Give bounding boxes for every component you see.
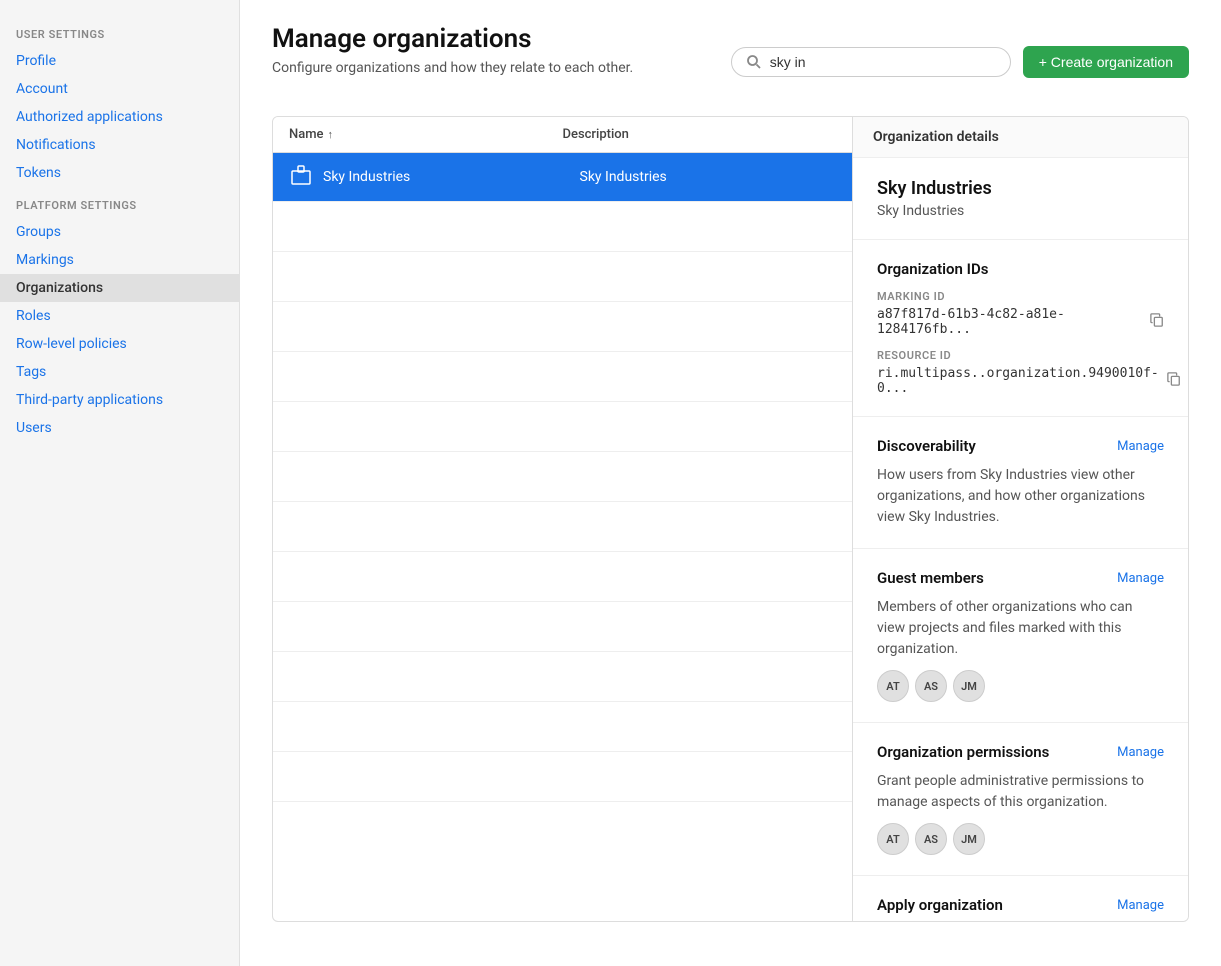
copy-resource-id-icon[interactable]: [1167, 372, 1181, 390]
guest-members-title-row: Guest members Manage: [877, 569, 1164, 587]
search-input[interactable]: [770, 54, 996, 70]
empty-row: [273, 652, 852, 702]
org-icon: [289, 163, 323, 191]
guest-members-manage-link[interactable]: Manage: [1117, 571, 1164, 586]
discoverability-desc: How users from Sky Industries view other…: [877, 465, 1164, 528]
avatar[interactable]: AT: [877, 823, 909, 855]
sidebar: USER SETTINGS ProfileAccountAuthorized a…: [0, 0, 240, 966]
apply-org-title: Apply organization: [877, 896, 1003, 914]
empty-row: [273, 302, 852, 352]
create-organization-button[interactable]: + Create organization: [1023, 46, 1189, 78]
empty-row: [273, 702, 852, 752]
org-permissions-title: Organization permissions: [877, 743, 1049, 761]
org-ids-section: Organization IDs MARKING ID a87f817d-61b…: [853, 240, 1188, 417]
org-sub: Sky Industries: [877, 203, 1164, 219]
header-actions: + Create organization: [731, 46, 1189, 78]
resource-id-label: RESOURCE ID: [877, 349, 1164, 362]
avatar[interactable]: JM: [953, 670, 985, 702]
org-permissions-manage-link[interactable]: Manage: [1117, 745, 1164, 760]
discoverability-title-row: Discoverability Manage: [877, 437, 1164, 455]
page-header-text: Manage organizations Configure organizat…: [272, 24, 633, 100]
sidebar-item-tags[interactable]: Tags: [0, 358, 239, 386]
org-permissions-avatars: ATASJM: [877, 823, 1164, 855]
guest-members-avatars: ATASJM: [877, 670, 1164, 702]
resource-id-row: ri.multipass..organization.9490010f-0...: [877, 366, 1164, 396]
detail-panel: Organization details Sky Industries Sky …: [853, 117, 1188, 921]
row-desc: Sky Industries: [580, 169, 837, 185]
empty-row: [273, 602, 852, 652]
empty-row: [273, 502, 852, 552]
sidebar-item-account[interactable]: Account: [0, 75, 239, 103]
sidebar-item-roles[interactable]: Roles: [0, 302, 239, 330]
apply-org-manage-link[interactable]: Manage: [1117, 898, 1164, 913]
sidebar-item-tokens[interactable]: Tokens: [0, 159, 239, 187]
sort-arrow: ↑: [328, 128, 334, 141]
sidebar-item-notifications[interactable]: Notifications: [0, 131, 239, 159]
main-content: Manage organizations Configure organizat…: [240, 0, 1221, 966]
row-name: Sky Industries: [323, 169, 580, 185]
avatar[interactable]: JM: [953, 823, 985, 855]
sidebar-item-row-level-policies[interactable]: Row-level policies: [0, 330, 239, 358]
org-permissions-title-row: Organization permissions Manage: [877, 743, 1164, 761]
table-row[interactable]: Sky IndustriesSky Industries: [273, 153, 852, 202]
org-permissions-section: Organization permissions Manage Grant pe…: [853, 723, 1188, 876]
empty-row: [273, 252, 852, 302]
page-header: Manage organizations Configure organizat…: [272, 24, 1189, 100]
empty-row: [273, 202, 852, 252]
discoverability-title: Discoverability: [877, 437, 976, 455]
apply-org-section: Apply organization Manage Grant people p…: [853, 876, 1188, 921]
org-ids-title: Organization IDs: [877, 260, 1164, 278]
empty-row: [273, 452, 852, 502]
marking-id-label: MARKING ID: [877, 290, 1164, 303]
col-name-header: Name ↑: [289, 127, 563, 142]
discoverability-section: Discoverability Manage How users from Sk…: [853, 417, 1188, 549]
sidebar-item-organizations[interactable]: Organizations: [0, 274, 239, 302]
empty-row: [273, 552, 852, 602]
org-name: Sky Industries: [877, 178, 1164, 199]
org-name-section: Sky Industries Sky Industries: [853, 158, 1188, 240]
organizations-table: Name ↑ Description Sky IndustriesSky Ind…: [273, 117, 853, 921]
sidebar-item-users[interactable]: Users: [0, 414, 239, 442]
user-settings-label: USER SETTINGS: [0, 16, 239, 47]
avatar[interactable]: AS: [915, 823, 947, 855]
guest-members-section: Guest members Manage Members of other or…: [853, 549, 1188, 723]
guest-members-title: Guest members: [877, 569, 984, 587]
avatar[interactable]: AS: [915, 670, 947, 702]
avatar[interactable]: AT: [877, 670, 909, 702]
content-area: Name ↑ Description Sky IndustriesSky Ind…: [272, 116, 1189, 922]
page-subtitle: Configure organizations and how they rel…: [272, 60, 633, 76]
empty-row: [273, 352, 852, 402]
guest-members-desc: Members of other organizations who can v…: [877, 597, 1164, 660]
marking-id-value: a87f817d-61b3-4c82-a81e-1284176fb...: [877, 307, 1142, 337]
sidebar-item-authorized-applications[interactable]: Authorized applications: [0, 103, 239, 131]
sidebar-item-groups[interactable]: Groups: [0, 218, 239, 246]
sidebar-item-markings[interactable]: Markings: [0, 246, 239, 274]
page-title: Manage organizations: [272, 24, 633, 54]
apply-org-title-row: Apply organization Manage: [877, 896, 1164, 914]
org-permissions-desc: Grant people administrative permissions …: [877, 771, 1164, 813]
table-header: Name ↑ Description: [273, 117, 852, 153]
copy-marking-id-icon[interactable]: [1150, 313, 1164, 331]
search-container: [731, 47, 1011, 77]
sidebar-item-profile[interactable]: Profile: [0, 47, 239, 75]
sidebar-item-third-party-applications[interactable]: Third-party applications: [0, 386, 239, 414]
col-desc-header: Description: [563, 127, 837, 142]
discoverability-manage-link[interactable]: Manage: [1117, 439, 1164, 454]
marking-id-row: a87f817d-61b3-4c82-a81e-1284176fb...: [877, 307, 1164, 337]
platform-settings-label: PLATFORM SETTINGS: [0, 187, 239, 218]
search-icon: [746, 54, 762, 70]
empty-row: [273, 752, 852, 802]
resource-id-value: ri.multipass..organization.9490010f-0...: [877, 366, 1159, 396]
empty-row: [273, 402, 852, 452]
detail-panel-header: Organization details: [853, 117, 1188, 158]
